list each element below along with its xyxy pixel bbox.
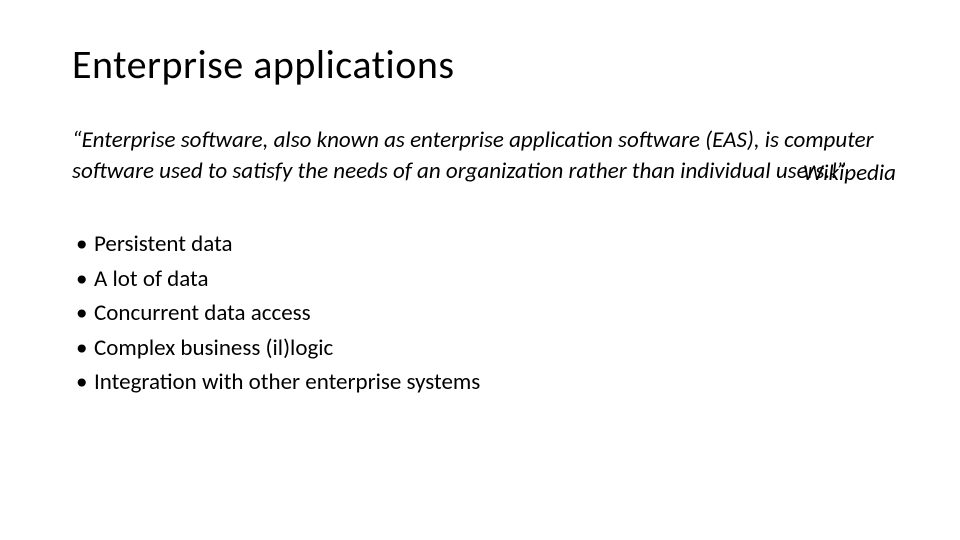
quote-attribution: Wikipedia bbox=[803, 159, 896, 187]
list-item: Persistent data bbox=[76, 227, 900, 262]
list-item: A lot of data bbox=[76, 262, 900, 297]
quote-text: “Enterprise software, also known as ente… bbox=[72, 125, 900, 187]
slide-title: Enterprise applications bbox=[72, 40, 900, 89]
list-item: Complex business (il)logic bbox=[76, 331, 900, 366]
list-item: Integration with other enterprise system… bbox=[76, 365, 900, 400]
quote-block: “Enterprise software, also known as ente… bbox=[72, 125, 900, 187]
list-item: Concurrent data access bbox=[76, 296, 900, 331]
bullet-list: Persistent data A lot of data Concurrent… bbox=[72, 227, 900, 400]
